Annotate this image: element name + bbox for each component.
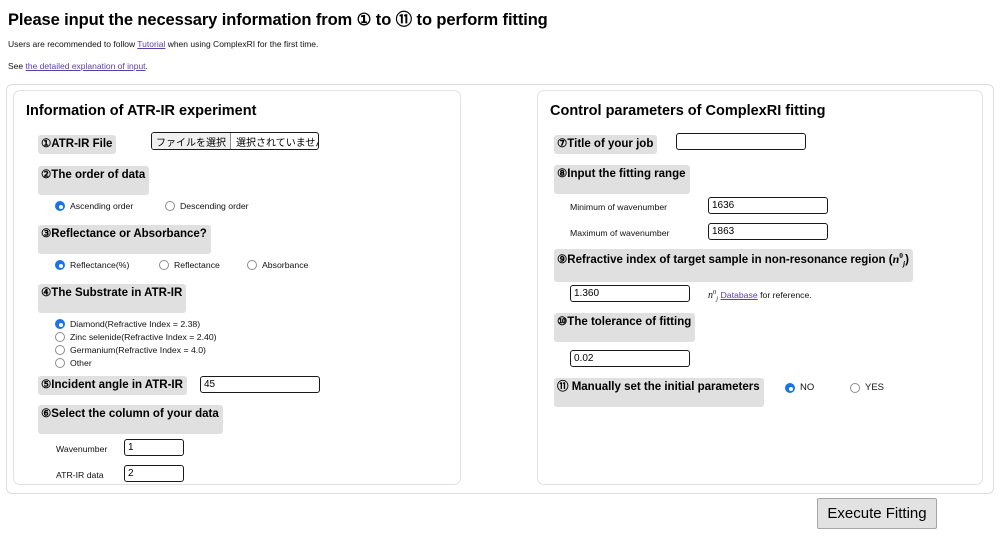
- radio-dot-germanium[interactable]: [55, 345, 65, 355]
- form-container: Information of ATR-IR experiment ①ATR-IR…: [6, 84, 994, 494]
- radio-dot-zinc-selenide[interactable]: [55, 332, 65, 342]
- page-title-mid: to: [371, 11, 396, 29]
- radio-label-reflectance: Reflectance: [174, 260, 220, 270]
- explanation-note-pre: See: [8, 61, 26, 71]
- radio-label-absorbance: Absorbance: [262, 260, 309, 270]
- radio-label-zinc-selenide: Zinc selenide(Refractive Index = 2.40): [70, 332, 217, 342]
- label-atr-ir-data-column: ATR-IR data: [56, 470, 104, 480]
- atr-ir-file-input[interactable]: ファイルを選択 選択されていません: [151, 132, 319, 150]
- max-wavenumber-input[interactable]: [708, 223, 828, 240]
- radio-dot-ascending[interactable]: [55, 201, 65, 211]
- radio-label-reflectance-percent: Reflectance(%): [70, 260, 130, 270]
- detailed-explanation-link[interactable]: the detailed explanation of input: [26, 61, 146, 71]
- label-max-wavenumber: Maximum of wavenumber: [570, 228, 670, 238]
- radio-dot-reflectance-percent[interactable]: [55, 260, 65, 270]
- radio-label-ascending: Ascending order: [70, 201, 134, 211]
- radio-dot-reflectance[interactable]: [159, 260, 169, 270]
- radio-substrate-germanium[interactable]: Germanium(Refractive Index = 4.0): [55, 345, 206, 355]
- radio-reflectance[interactable]: Reflectance: [159, 260, 220, 270]
- left-panel-title: Information of ATR-IR experiment: [26, 103, 257, 119]
- radio-dot-absorbance[interactable]: [247, 260, 257, 270]
- label-incident-angle: ⑤Incident angle in ATR-IR: [38, 376, 187, 396]
- radio-absorbance[interactable]: Absorbance: [247, 260, 308, 270]
- radio-dot-descending[interactable]: [165, 201, 175, 211]
- label-job-title: ⑦Title of your job: [554, 135, 658, 155]
- page-title: Please input the necessary information f…: [8, 6, 548, 30]
- radio-dot-no[interactable]: [785, 382, 795, 393]
- label-min-wavenumber: Minimum of wavenumber: [570, 202, 668, 212]
- page-title-num-last: ⑪: [395, 11, 413, 29]
- page-title-pre: Please input the necessary information f…: [8, 11, 357, 29]
- refractive-index-input[interactable]: [570, 285, 690, 302]
- radio-dot-other[interactable]: [55, 358, 65, 368]
- radio-label-descending: Descending order: [180, 201, 249, 211]
- database-link[interactable]: Database: [720, 290, 757, 300]
- tutorial-note: Users are recommended to follow Tutorial…: [8, 39, 318, 49]
- database-reference-note: n0j Database for reference.: [708, 289, 812, 303]
- job-title-input[interactable]: [676, 133, 806, 150]
- database-note-post: for reference.: [757, 289, 812, 300]
- page-root: Please input the necessary information f…: [0, 0, 1000, 537]
- page-title-post: to perform fitting: [412, 11, 548, 29]
- label-manual-initial-parameters: ⑪ Manually set the initial parameters: [554, 378, 764, 408]
- radio-substrate-zinc-selenide[interactable]: Zinc selenide(Refractive Index = 2.40): [55, 332, 217, 342]
- label-reflectance-or-absorbance: ③Reflectance or Absorbance?: [38, 225, 211, 255]
- label-tolerance: ⑩The tolerance of fitting: [554, 313, 696, 343]
- db-math-subscript-j: j: [716, 295, 719, 303]
- radio-substrate-diamond[interactable]: Diamond(Refractive Index = 2.38): [55, 319, 200, 329]
- label-wavenumber-column: Wavenumber: [56, 444, 108, 454]
- radio-dot-diamond[interactable]: [55, 319, 65, 329]
- tutorial-note-pre: Users are recommended to follow: [8, 39, 138, 49]
- execute-fitting-button[interactable]: Execute Fitting: [817, 498, 937, 529]
- atr-ir-data-column-input[interactable]: [124, 465, 184, 482]
- label-refractive-index: ⑨Refractive index of target sample in no…: [554, 249, 913, 282]
- file-status-text: 選択されていません: [236, 137, 319, 149]
- tolerance-input[interactable]: [570, 350, 690, 367]
- radio-manual-no[interactable]: NO: [785, 382, 814, 393]
- label-order-of-data: ②The order of data: [38, 166, 150, 196]
- label-refractive-index-close: ): [905, 253, 909, 266]
- tutorial-note-post: when using ComplexRI for the first time.: [165, 39, 319, 49]
- min-wavenumber-input[interactable]: [708, 197, 828, 214]
- radio-manual-yes[interactable]: YES: [850, 382, 884, 393]
- panel-atr-ir-experiment: Information of ATR-IR experiment ①ATR-IR…: [13, 90, 461, 485]
- label-select-column: ⑥Select the column of your data: [38, 405, 223, 435]
- tutorial-link[interactable]: Tutorial: [137, 39, 165, 49]
- panel-control-parameters: Control parameters of ComplexRI fitting …: [537, 90, 983, 485]
- radio-label-no: NO: [800, 382, 815, 393]
- right-panel-title: Control parameters of ComplexRI fitting: [550, 103, 826, 119]
- wavenumber-column-input[interactable]: [124, 439, 184, 456]
- label-fitting-range: ⑧Input the fitting range: [554, 165, 690, 195]
- label-atr-ir-file: ①ATR-IR File: [38, 135, 117, 155]
- incident-angle-input[interactable]: [200, 376, 320, 393]
- radio-label-yes: YES: [865, 382, 885, 393]
- radio-reflectance-percent[interactable]: Reflectance(%): [55, 260, 129, 270]
- label-refractive-index-text: ⑨Refractive index of target sample in no…: [557, 253, 893, 266]
- explanation-note-post: .: [145, 61, 148, 71]
- page-title-num-first: ①: [356, 11, 372, 29]
- radio-substrate-other[interactable]: Other: [55, 358, 92, 368]
- radio-ascending-order[interactable]: Ascending order: [55, 201, 133, 211]
- explanation-note: See the detailed explanation of input.: [8, 61, 148, 71]
- radio-descending-order[interactable]: Descending order: [165, 201, 249, 211]
- file-choose-button[interactable]: ファイルを選択: [152, 133, 231, 149]
- radio-label-other: Other: [70, 358, 92, 368]
- radio-dot-yes[interactable]: [850, 382, 860, 393]
- label-substrate: ④The Substrate in ATR-IR: [38, 284, 187, 314]
- radio-label-diamond: Diamond(Refractive Index = 2.38): [70, 319, 201, 329]
- radio-label-germanium: Germanium(Refractive Index = 4.0): [70, 345, 206, 355]
